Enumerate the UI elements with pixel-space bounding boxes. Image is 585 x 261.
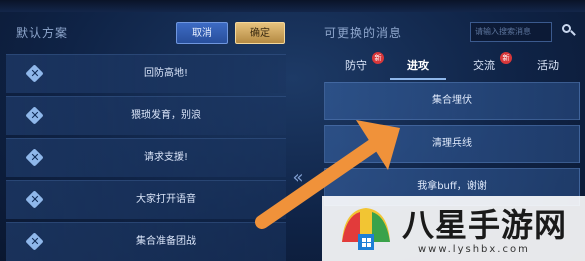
search-input[interactable]: 请输入搜索消息	[470, 22, 552, 42]
new-badge: 新	[372, 52, 384, 64]
default-message-item[interactable]: ✕ 集合准备团战	[6, 222, 286, 261]
default-message-item[interactable]: ✕ 猥琐发育，别浪	[6, 96, 286, 135]
confirm-button[interactable]: 确定	[235, 22, 285, 44]
default-message-text: 大家打开语音	[136, 194, 196, 205]
watermark-brand: 八星手游网	[402, 206, 568, 244]
replaceable-messages-title: 可更换的消息	[324, 26, 403, 40]
remove-icon[interactable]: ✕	[25, 232, 44, 251]
default-message-text: 请求支援!	[143, 152, 188, 163]
default-message-item[interactable]: ✕ 回防高地!	[6, 54, 286, 93]
remove-icon[interactable]: ✕	[25, 148, 44, 167]
tab-label: 防守	[345, 59, 367, 72]
tab-events[interactable]: 活动	[520, 54, 576, 78]
search-icon[interactable]	[560, 23, 578, 41]
tab-attack[interactable]: 进攻	[390, 54, 446, 78]
cancel-button[interactable]: 取消	[176, 22, 228, 44]
game-settings-screen: 默认方案 取消 确定 ✕ 回防高地! ✕ 猥琐发育，别浪 ✕ 请求支援! ✕ 大…	[0, 0, 585, 261]
remove-icon[interactable]: ✕	[25, 106, 44, 125]
remove-icon[interactable]: ✕	[25, 190, 44, 209]
tab-label: 活动	[537, 59, 559, 72]
watermark-url: www.lyshbx.com	[418, 244, 530, 255]
default-message-text: 猥琐发育，别浪	[131, 110, 201, 121]
default-plan-panel: 默认方案 取消 确定 ✕ 回防高地! ✕ 猥琐发育，别浪 ✕ 请求支援! ✕ 大…	[6, 14, 286, 261]
tab-chat[interactable]: 交流 新	[456, 52, 512, 78]
default-message-text: 集合准备团战	[136, 236, 196, 247]
default-message-item[interactable]: ✕ 大家打开语音	[6, 180, 286, 219]
tab-label: 进攻	[407, 59, 429, 72]
replaceable-message-item[interactable]: 清理兵线	[324, 125, 580, 163]
site-watermark: 八星手游网 www.lyshbx.com	[322, 196, 585, 261]
new-badge: 新	[500, 52, 512, 64]
tab-defense[interactable]: 防守 新	[328, 52, 384, 78]
double-chevron-left-icon[interactable]: «	[288, 168, 308, 188]
watermark-logo-icon	[342, 208, 390, 250]
replaceable-message-item[interactable]: 集合埋伏	[324, 82, 580, 120]
default-message-text: 回防高地!	[143, 68, 188, 79]
tab-label: 交流	[473, 59, 495, 72]
active-tab-indicator	[390, 78, 446, 80]
message-category-tabs: 防守 新 进攻 交流 新 活动	[324, 52, 580, 80]
default-plan-title: 默认方案	[16, 26, 69, 40]
default-message-item[interactable]: ✕ 请求支援!	[6, 138, 286, 177]
default-plan-header: 默认方案 取消 确定	[6, 14, 286, 48]
top-strip	[0, 0, 585, 12]
remove-icon[interactable]: ✕	[25, 64, 44, 83]
